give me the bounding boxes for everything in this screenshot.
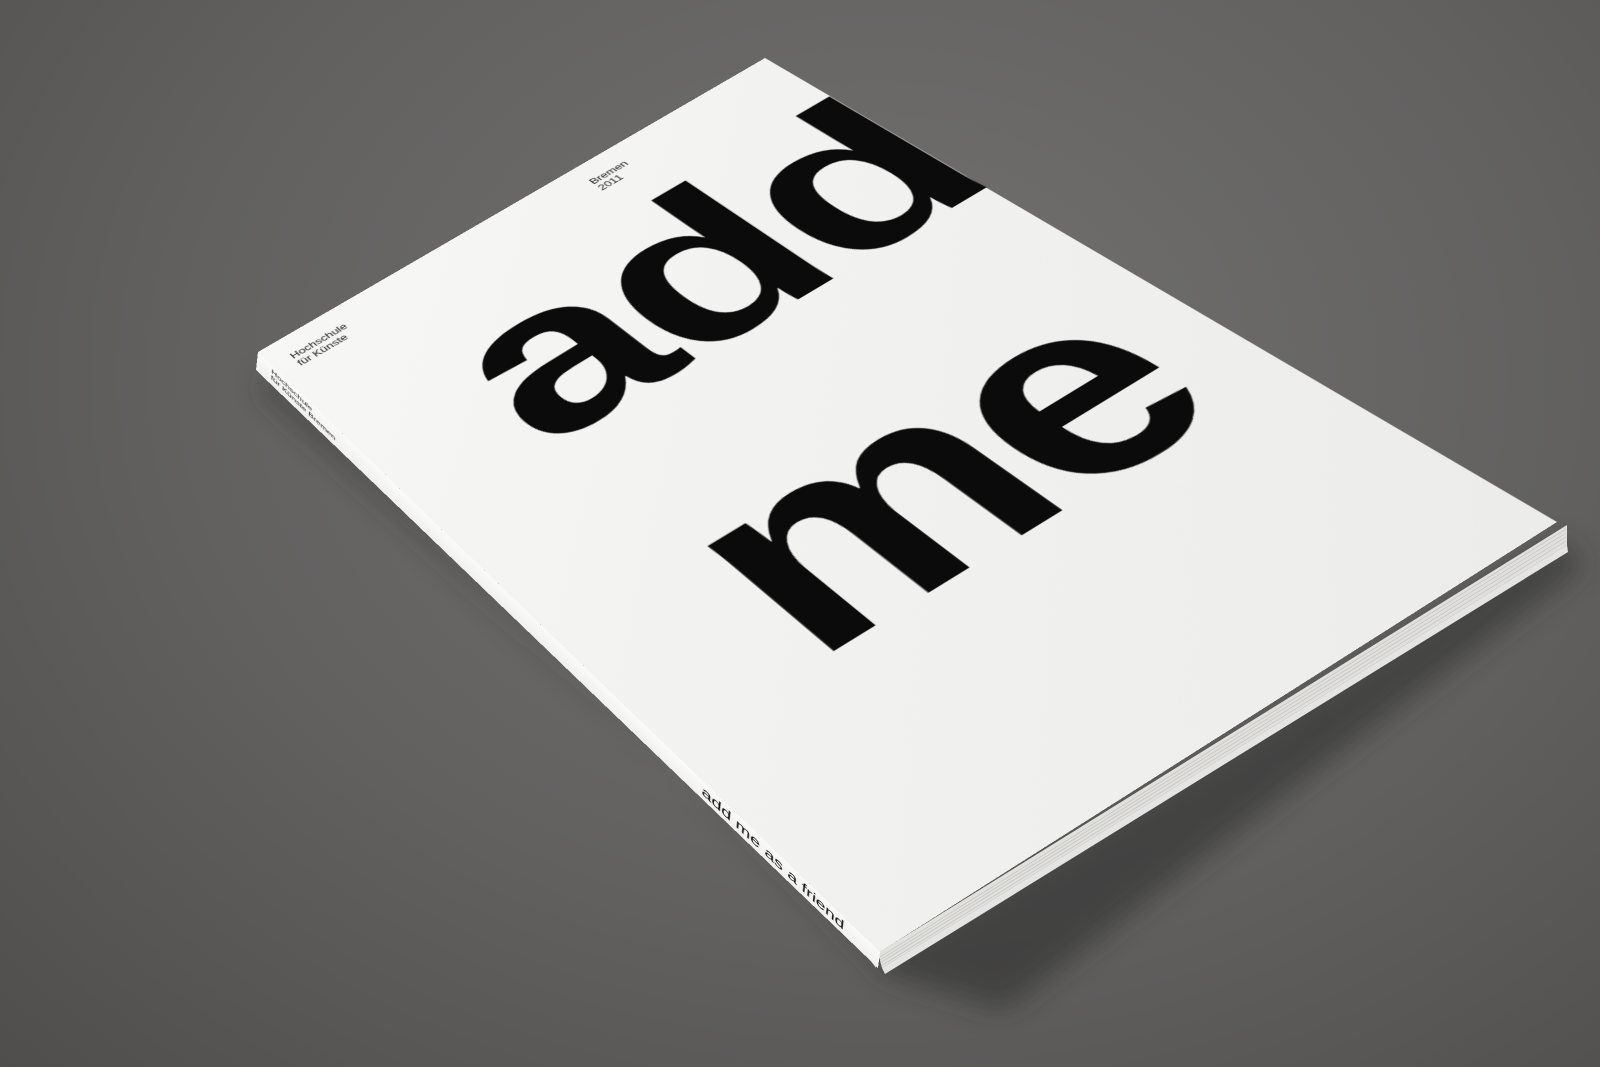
photo-scene: Hochschule für Künste Bremen add me as a… xyxy=(0,0,1600,1067)
